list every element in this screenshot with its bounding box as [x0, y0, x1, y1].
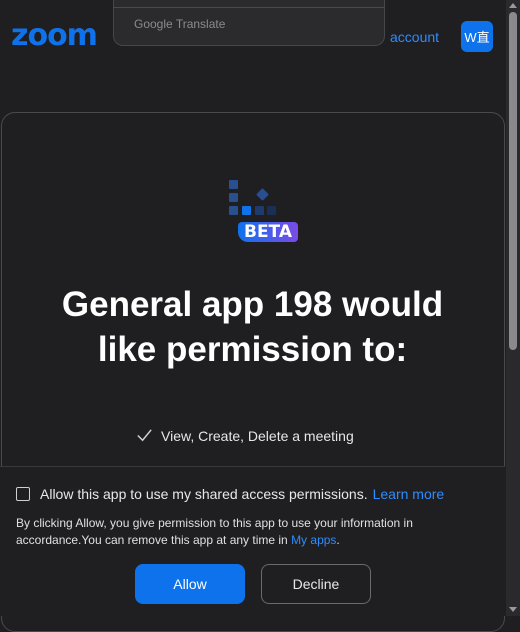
- disclaimer-text: By clicking Allow, you give permission t…: [16, 516, 413, 547]
- account-link[interactable]: account: [390, 29, 439, 45]
- check-icon: [137, 429, 152, 442]
- consent-label: Allow this app to use my shared access p…: [40, 486, 368, 502]
- popup-divider: [114, 7, 384, 8]
- user-avatar[interactable]: W直: [461, 21, 493, 52]
- scroll-down-arrow-icon[interactable]: [509, 607, 517, 612]
- shared-access-checkbox[interactable]: [16, 487, 30, 501]
- beta-badge: BETA: [238, 222, 298, 242]
- google-translate-popup: Google Translate: [113, 0, 385, 46]
- learn-more-link[interactable]: Learn more: [373, 486, 445, 502]
- google-translate-label: Google Translate: [134, 17, 226, 31]
- decline-button[interactable]: Decline: [261, 564, 371, 604]
- disclaimer: By clicking Allow, you give permission t…: [16, 515, 456, 549]
- zoom-logo[interactable]: zoom: [11, 18, 98, 53]
- scroll-up-arrow-icon[interactable]: [509, 3, 517, 8]
- app-grid-icon: [229, 180, 279, 216]
- allow-button[interactable]: Allow: [135, 564, 245, 604]
- permission-item: View, Create, Delete a meeting: [135, 426, 354, 445]
- title-line-2: like permission to:: [97, 330, 408, 369]
- consent-row: Allow this app to use my shared access p…: [16, 486, 444, 502]
- disclaimer-end: .: [336, 533, 340, 547]
- my-apps-link[interactable]: My apps: [291, 533, 336, 547]
- vertical-scrollbar[interactable]: [506, 0, 520, 616]
- permission-title: General app 198 would like permission to…: [0, 282, 505, 372]
- permission-label: View, Create, Delete a meeting: [161, 427, 354, 444]
- title-line-1: General app 198 would: [61, 285, 444, 324]
- scroll-thumb[interactable]: [509, 12, 517, 350]
